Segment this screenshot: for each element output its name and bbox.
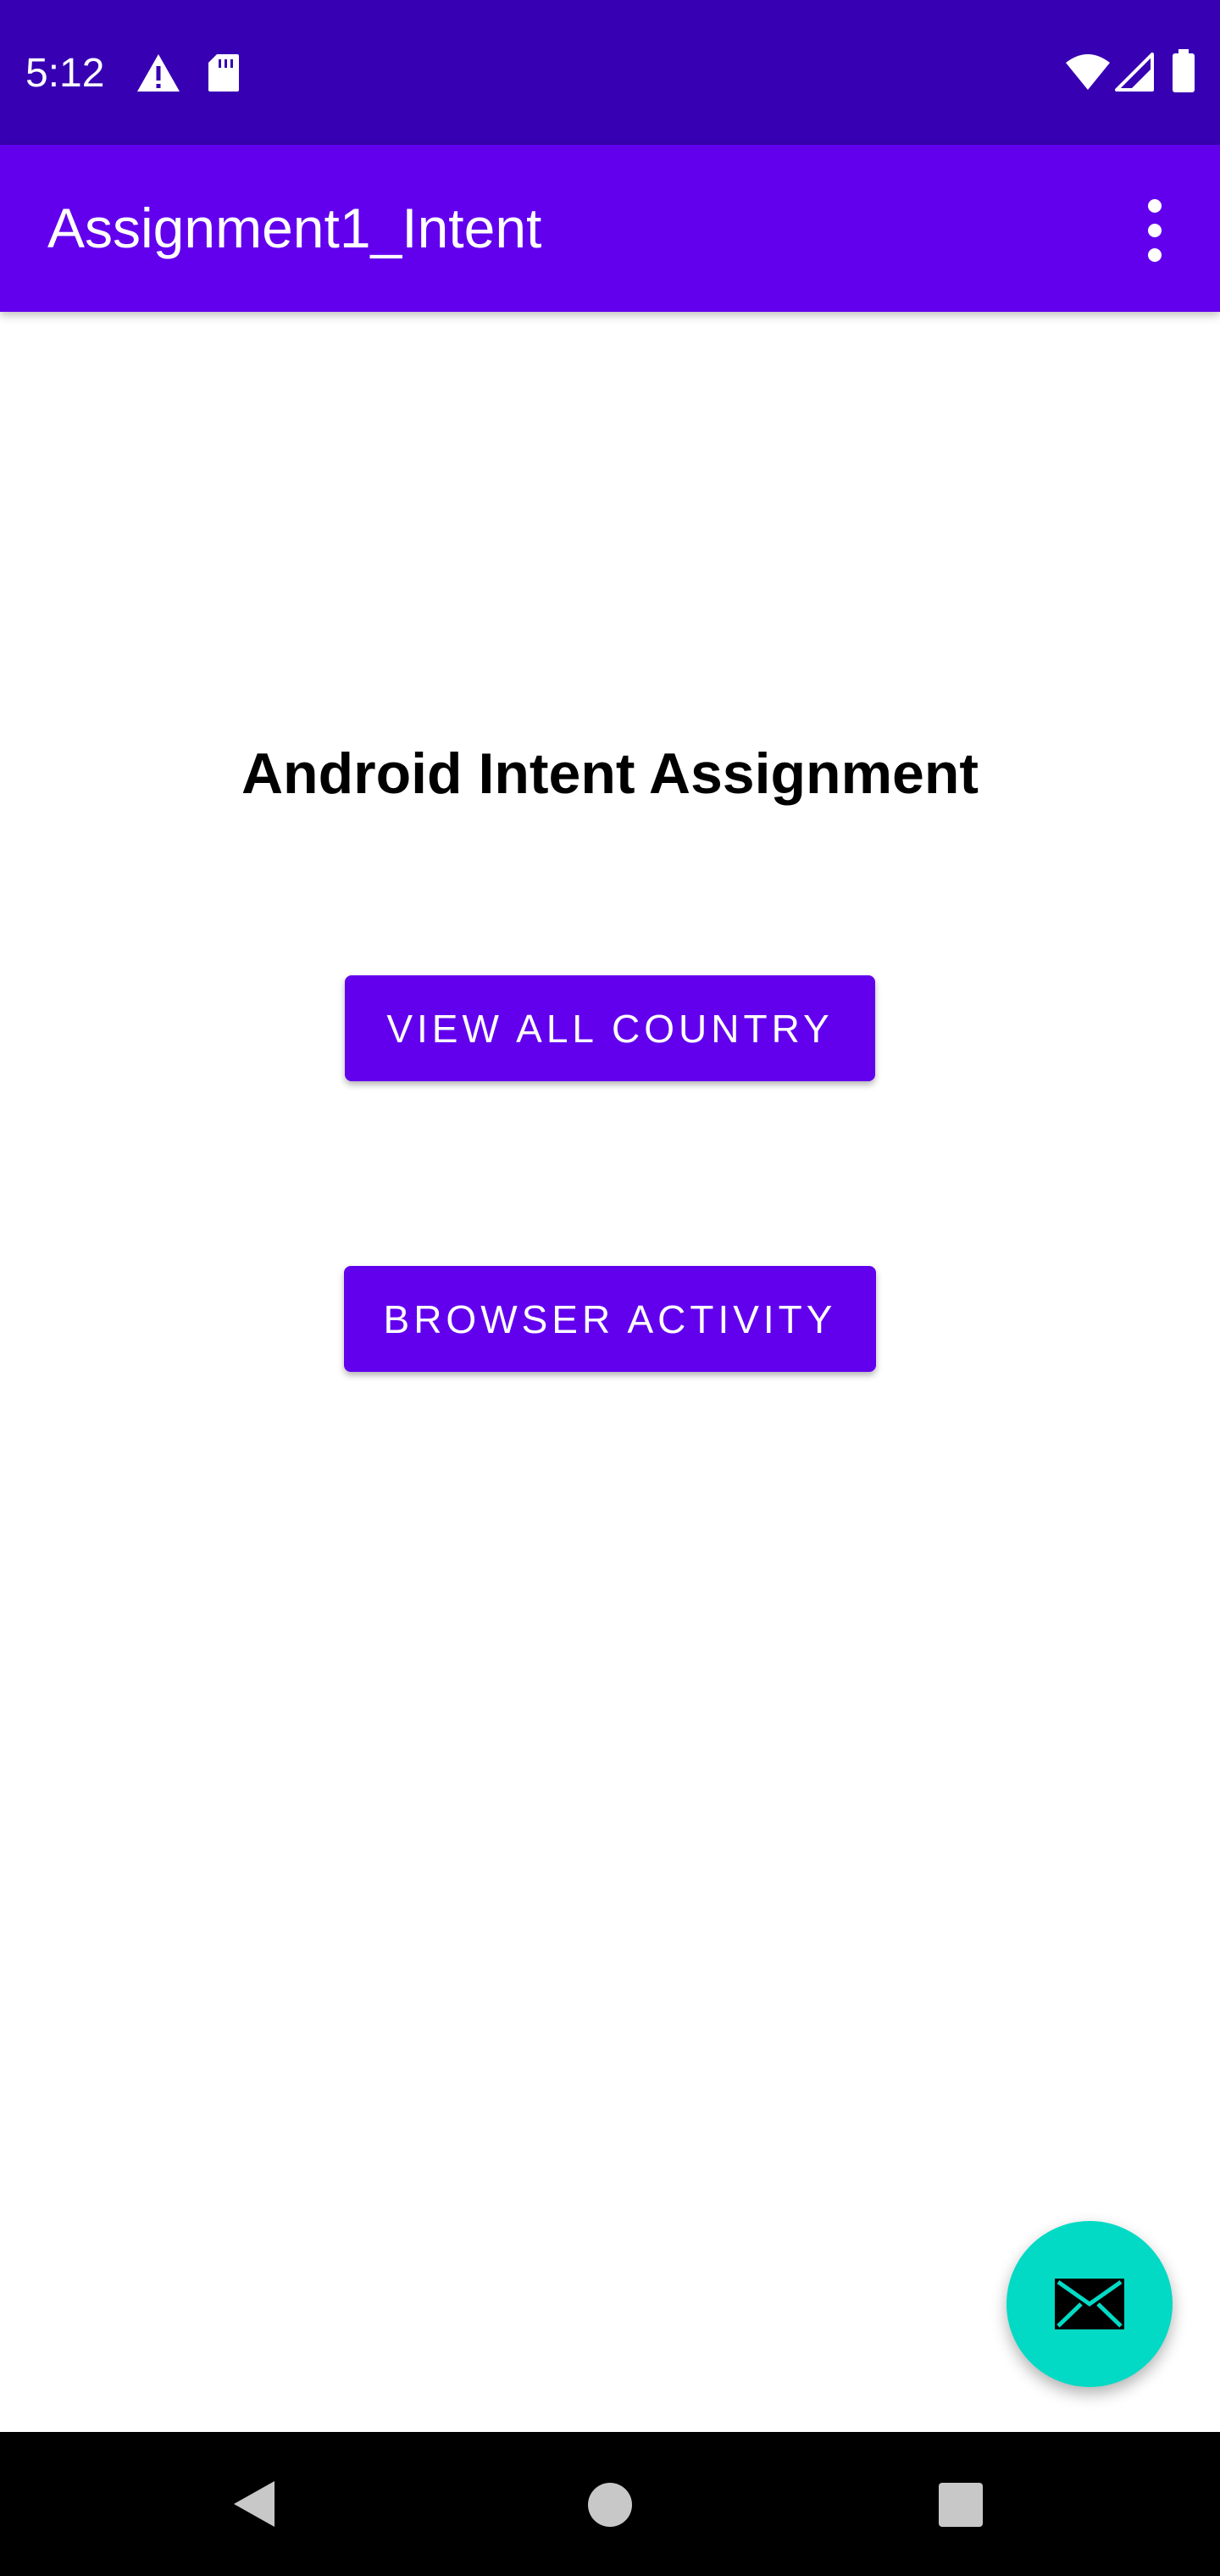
app-bar: Assignment1_Intent xyxy=(0,145,1220,312)
view-all-country-button[interactable]: VIEW ALL COUNTRY xyxy=(345,975,875,1081)
browser-activity-button[interactable]: BROWSER ACTIVITY xyxy=(344,1266,876,1372)
email-icon xyxy=(1055,2279,1124,2329)
navigation-bar xyxy=(0,2432,1220,2576)
sd-card-icon xyxy=(208,54,239,92)
home-icon[interactable] xyxy=(586,2481,634,2529)
more-vert-icon[interactable] xyxy=(1127,179,1183,280)
status-bar: 5:12 xyxy=(0,0,1220,145)
back-icon[interactable] xyxy=(230,2478,278,2530)
battery-icon xyxy=(1173,49,1195,92)
main-content xyxy=(0,312,1220,2432)
app-title: Assignment1_Intent xyxy=(47,197,542,259)
signal-icon xyxy=(1115,53,1154,92)
page-heading: Android Intent Assignment xyxy=(241,741,979,806)
wifi-icon xyxy=(1066,54,1110,90)
status-time: 5:12 xyxy=(25,51,105,96)
email-fab-button[interactable] xyxy=(1006,2221,1173,2387)
recents-icon[interactable] xyxy=(937,2481,984,2529)
alert-icon xyxy=(137,54,180,92)
